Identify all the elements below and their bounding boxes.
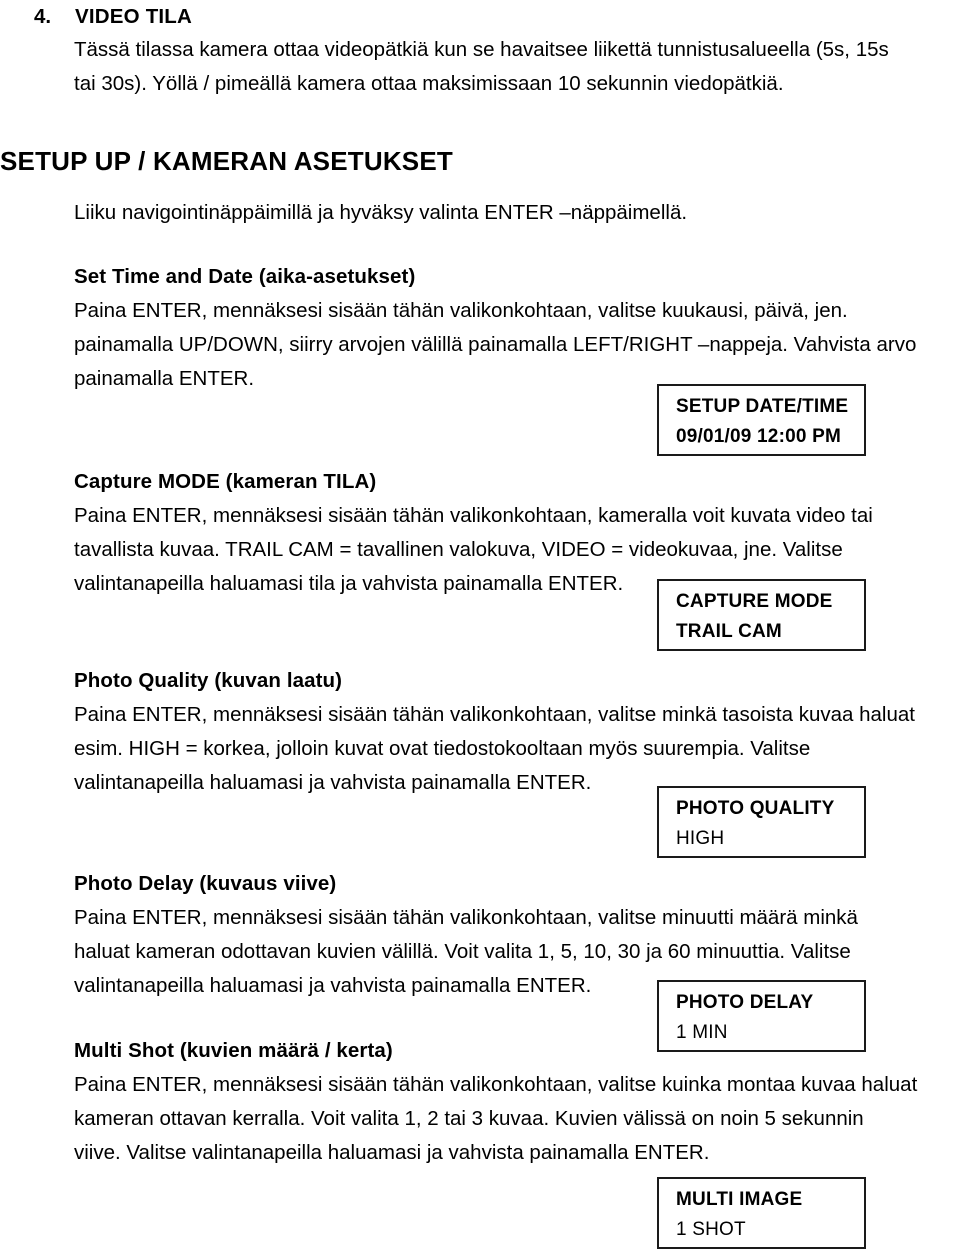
lcd-title: CAPTURE MODE: [676, 591, 833, 612]
paragraph-line: esim. HIGH = korkea, jolloin kuvat ovat …: [74, 737, 811, 760]
paragraph-line: viive. Valitse valintanapeilla haluamasi…: [74, 1141, 710, 1164]
section-heading-setup: SETUP UP / KAMERAN ASETUKSET: [0, 146, 453, 176]
heading-capture-mode: Capture MODE (kameran TILA): [74, 470, 377, 493]
paragraph-line: Paina ENTER, mennäksesi sisään tähän val…: [74, 504, 873, 527]
lcd-value: 1 SHOT: [676, 1219, 746, 1240]
document-page: 4. VIDEO TILA Tässä tilassa kamera ottaa…: [0, 0, 960, 1255]
lcd-screen-photo-delay: PHOTO DELAY 1 MIN: [657, 980, 866, 1052]
paragraph-line: Paina ENTER, mennäksesi sisään tähän val…: [74, 703, 915, 726]
lcd-value: 1 MIN: [676, 1022, 728, 1043]
heading-multi-shot: Multi Shot (kuvien määrä / kerta): [74, 1039, 393, 1062]
lcd-title: PHOTO QUALITY: [676, 798, 835, 819]
heading-photo-delay: Photo Delay (kuvaus viive): [74, 872, 337, 895]
lcd-screen-multi-image: MULTI IMAGE 1 SHOT: [657, 1177, 866, 1249]
heading-set-time-and-date: Set Time and Date (aika-asetukset): [74, 265, 416, 288]
lcd-title: PHOTO DELAY: [676, 992, 814, 1013]
paragraph-line: tavallista kuvaa. TRAIL CAM = tavallinen…: [74, 538, 843, 561]
paragraph-line: Paina ENTER, mennäksesi sisään tähän val…: [74, 906, 858, 929]
lcd-screen-capture-mode: CAPTURE MODE TRAIL CAM: [657, 579, 866, 651]
paragraph-line: Paina ENTER, mennäksesi sisään tähän val…: [74, 299, 848, 322]
list-number-4: 4.: [34, 5, 52, 28]
paragraph-line: haluat kameran odottavan kuvien välillä.…: [74, 940, 851, 963]
paragraph-line: Paina ENTER, mennäksesi sisään tähän val…: [74, 1073, 918, 1096]
paragraph-line: painamalla UP/DOWN, siirry arvojen välil…: [74, 333, 917, 356]
paragraph-line: tai 30s). Yöllä / pimeällä kamera ottaa …: [74, 72, 784, 95]
lcd-title: MULTI IMAGE: [676, 1189, 803, 1210]
lcd-screen-setup-date-time: SETUP DATE/TIME 09/01/09 12:00 PM: [657, 384, 866, 456]
paragraph-set-time-and-date: Paina ENTER, mennäksesi sisään tähän val…: [74, 294, 950, 396]
paragraph-line: Tässä tilassa kamera ottaa videopätkiä k…: [74, 38, 889, 61]
lcd-screen-photo-quality: PHOTO QUALITY HIGH: [657, 786, 866, 858]
lcd-value: 09/01/09 12:00 PM: [676, 426, 842, 447]
heading-video-tila: VIDEO TILA: [75, 5, 193, 28]
section-subtitle-setup: Liiku navigointinäppäimillä ja hyväksy v…: [74, 201, 688, 224]
heading-photo-quality: Photo Quality (kuvan laatu): [74, 669, 343, 692]
lcd-title: SETUP DATE/TIME: [676, 396, 849, 417]
paragraph-line: kameran ottavan kerralla. Voit valita 1,…: [74, 1107, 864, 1130]
lcd-value: HIGH: [676, 828, 725, 849]
paragraph-video-tila: Tässä tilassa kamera ottaa videopätkiä k…: [74, 33, 946, 101]
paragraph-multi-shot: Paina ENTER, mennäksesi sisään tähän val…: [74, 1068, 950, 1170]
lcd-value: TRAIL CAM: [676, 621, 782, 642]
paragraph-photo-quality: Paina ENTER, mennäksesi sisään tähän val…: [74, 698, 950, 800]
